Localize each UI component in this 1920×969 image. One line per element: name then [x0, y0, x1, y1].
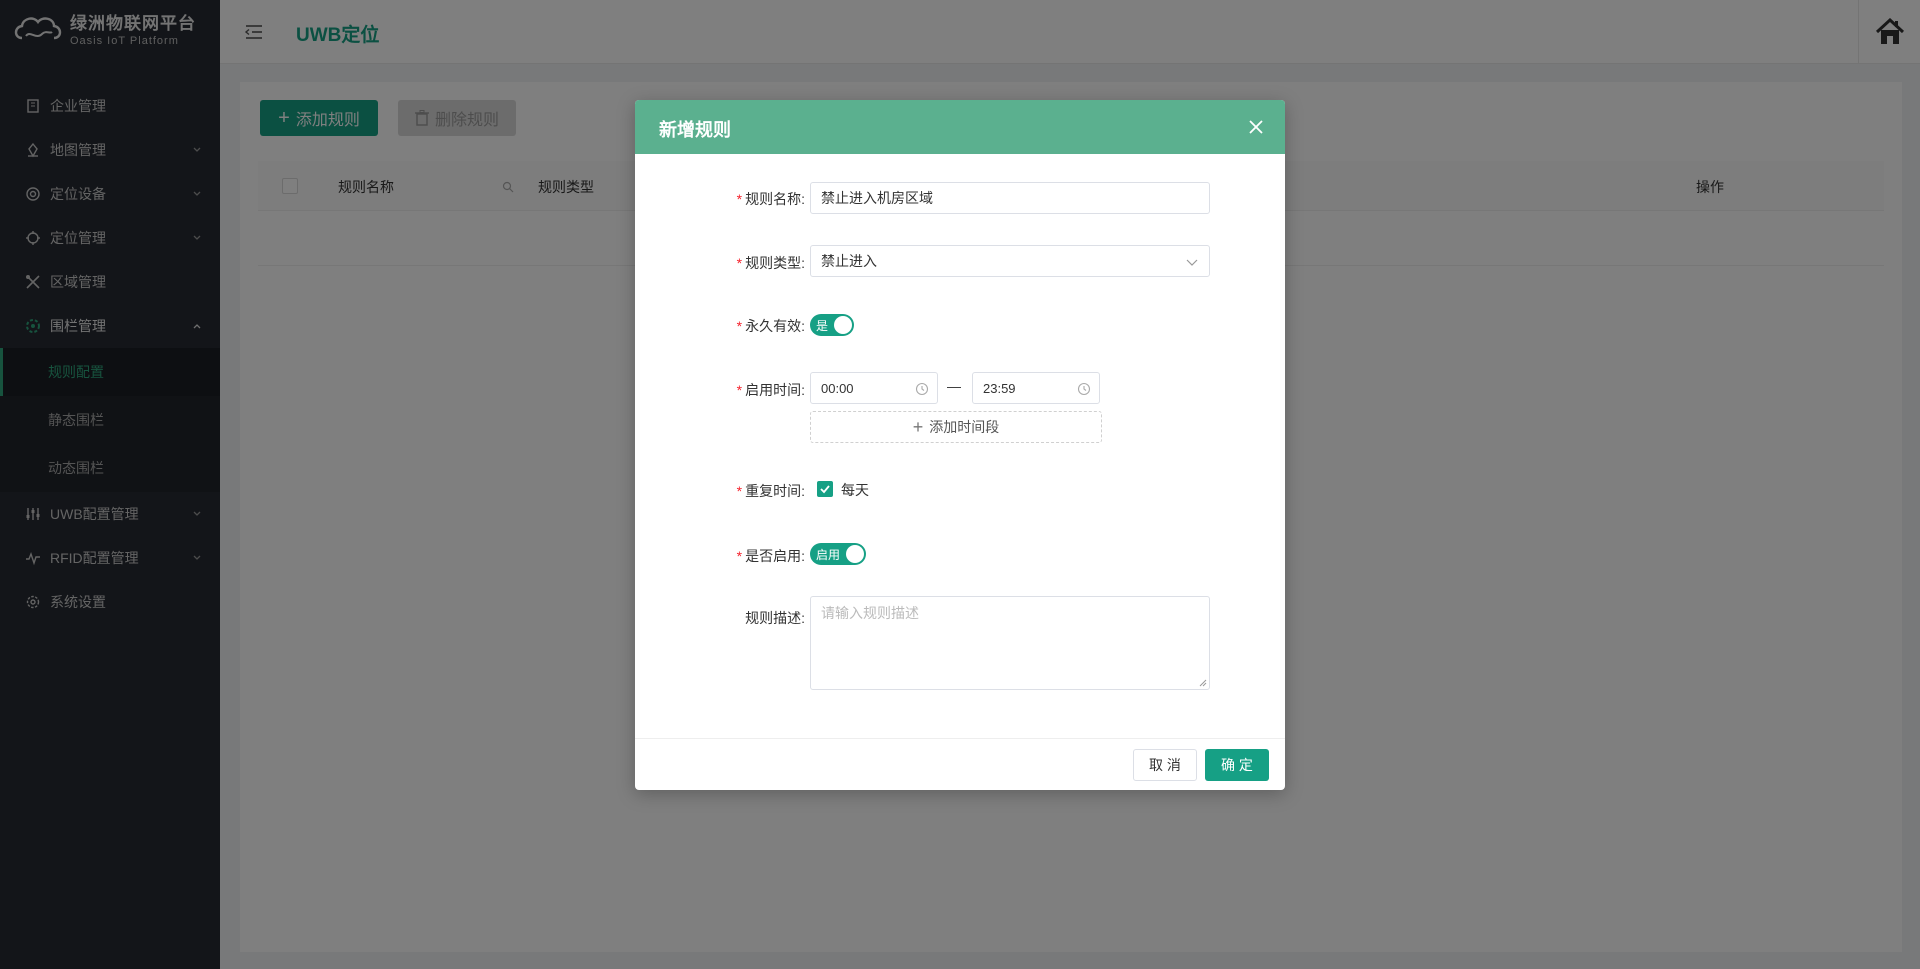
required-mark: *: [736, 191, 743, 207]
enable-time-label: * 启用时间:: [736, 382, 805, 398]
repeat-time-label: * 重复时间:: [736, 483, 805, 499]
close-icon[interactable]: [1247, 118, 1265, 136]
permanent-switch[interactable]: 是: [810, 314, 854, 336]
required-mark: *: [736, 255, 743, 271]
confirm-button[interactable]: 确 定: [1205, 749, 1269, 781]
permanent-switch-text: 是: [816, 318, 829, 333]
clock-icon: [915, 382, 929, 396]
chevron-down-icon: [1186, 259, 1198, 266]
rule-type-value: 禁止进入: [821, 253, 877, 269]
end-time-value: 23:59: [983, 380, 1016, 396]
add-rule-dialog: 新增规则 * 规则名称: 禁止进入机房区域 * 规则类型: 禁止进入 * 永久有效: …: [635, 100, 1285, 790]
enable-switch-text: 启用: [816, 547, 841, 562]
dialog-footer: 取 消 确 定: [635, 738, 1285, 790]
is-enabled-label: * 是否启用:: [736, 548, 805, 564]
start-time-value: 00:00: [821, 380, 854, 396]
cancel-button[interactable]: 取 消: [1133, 749, 1197, 781]
rule-type-select[interactable]: 禁止进入: [810, 245, 1210, 277]
enable-switch[interactable]: 启用: [810, 543, 866, 565]
rule-desc-placeholder: 请输入规则描述: [821, 605, 919, 621]
required-mark: *: [736, 548, 743, 564]
check-icon: [820, 485, 830, 494]
time-separator: —: [947, 378, 961, 394]
end-time-input[interactable]: 23:59: [972, 372, 1100, 404]
dialog-header: 新增规则: [635, 100, 1285, 154]
start-time-input[interactable]: 00:00: [810, 372, 938, 404]
dialog-title: 新增规则: [659, 120, 731, 140]
everyday-label[interactable]: 每天: [841, 480, 869, 500]
required-mark: *: [736, 382, 743, 398]
switch-knob: [846, 545, 864, 563]
rule-type-label: * 规则类型:: [736, 255, 805, 271]
required-mark: *: [736, 483, 743, 499]
rule-name-label: * 规则名称:: [736, 191, 805, 207]
required-mark: *: [736, 318, 743, 334]
rule-desc-textarea[interactable]: 请输入规则描述: [810, 596, 1210, 690]
clock-icon: [1077, 382, 1091, 396]
add-time-period-label: 添加时间段: [929, 419, 1000, 435]
permanent-label: * 永久有效:: [736, 318, 805, 334]
switch-knob: [834, 316, 852, 334]
add-time-period-button[interactable]: + 添加时间段: [810, 411, 1102, 443]
rule-name-input[interactable]: 禁止进入机房区域: [810, 182, 1210, 214]
plus-icon: +: [912, 417, 924, 437]
everyday-checkbox[interactable]: [817, 481, 833, 497]
resize-grip-icon[interactable]: [1199, 679, 1207, 687]
rule-desc-label: 规则描述:: [745, 610, 805, 626]
